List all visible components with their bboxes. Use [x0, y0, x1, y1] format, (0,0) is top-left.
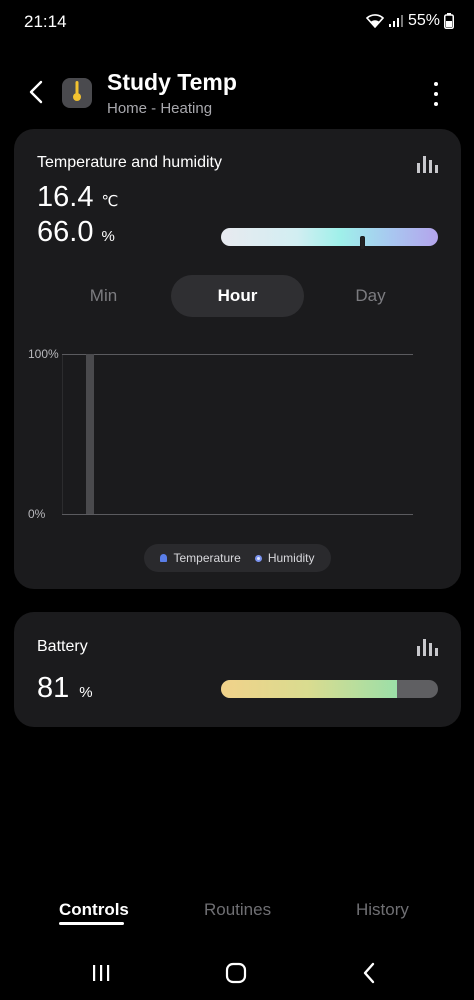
system-back-button[interactable] — [354, 962, 384, 988]
chart-y-axis — [62, 354, 63, 514]
page-title: Study Temp — [107, 69, 237, 95]
status-icons: 55% — [365, 12, 454, 30]
tab-min[interactable]: Min — [37, 275, 170, 317]
home-icon — [225, 962, 247, 989]
tab-history[interactable]: History — [356, 900, 409, 920]
system-back-icon — [362, 962, 376, 989]
temperature-humidity-card: Temperature and humidity 16.4 ℃ 66.0 % M… — [14, 129, 461, 589]
battery-card: Battery 81 % — [14, 612, 461, 727]
back-button[interactable] — [22, 78, 50, 110]
status-bar: 21:14 55% — [0, 0, 474, 44]
more-options-icon — [434, 82, 438, 86]
chart-icon — [417, 638, 438, 656]
temperature-reading: 16.4 ℃ — [37, 181, 118, 214]
system-navigation-bar — [0, 950, 474, 1000]
history-chart: 100% 0% — [14, 334, 461, 544]
legend-item-humidity[interactable]: Humidity — [254, 551, 315, 565]
chart-button[interactable] — [417, 153, 438, 173]
tab-controls[interactable]: Controls — [59, 900, 129, 920]
battery-icon — [444, 13, 454, 29]
signal-icon — [388, 14, 404, 28]
thermometer-icon — [70, 80, 84, 107]
y-tick-label-top: 100% — [28, 347, 59, 361]
humidity-legend-icon — [254, 554, 262, 562]
more-options-button[interactable] — [426, 82, 446, 106]
range-tabs: Min Hour Day — [37, 275, 437, 317]
tab-day[interactable]: Day — [304, 275, 437, 317]
battery-percent: 55% — [407, 12, 440, 29]
tab-hour[interactable]: Hour — [171, 275, 304, 317]
wifi-icon — [365, 14, 384, 28]
legend-label-humidity: Humidity — [267, 551, 315, 565]
y-tick-label-bottom: 0% — [28, 507, 46, 521]
back-icon — [29, 80, 43, 109]
humidity-unit: % — [101, 228, 115, 245]
home-button[interactable] — [221, 962, 251, 988]
battery-level-fill — [221, 680, 397, 698]
more-options-dot — [434, 102, 438, 106]
humidity-reading: 66.0 % — [37, 216, 115, 249]
chart-gridline-top — [62, 354, 413, 355]
recent-apps-icon — [91, 964, 111, 987]
chart-gridline-bottom — [62, 514, 413, 515]
active-tab-indicator — [59, 922, 124, 925]
recent-apps-button[interactable] — [86, 962, 116, 988]
chart-bar — [86, 354, 94, 514]
temperature-unit: ℃ — [101, 193, 119, 210]
battery-level-bar — [221, 680, 438, 698]
temperature-value: 16.4 — [37, 181, 94, 213]
legend-item-temperature[interactable]: Temperature — [160, 551, 241, 565]
humidity-value: 66.0 — [37, 216, 94, 248]
device-icon — [62, 78, 92, 108]
battery-unit: % — [79, 684, 93, 701]
more-options-dot — [434, 92, 438, 96]
card-title: Temperature and humidity — [37, 154, 222, 171]
battery-reading: 81 % — [37, 672, 93, 705]
bottom-tabs: Controls Routines History — [0, 890, 474, 934]
header: Study Temp Home - Heating — [0, 60, 474, 130]
status-time: 21:14 — [24, 12, 67, 31]
temperature-scale-bar — [221, 228, 438, 246]
thermometer-legend-icon — [160, 554, 168, 562]
battery-card-title: Battery — [37, 638, 88, 655]
chart-legend: Temperature Humidity — [144, 544, 331, 572]
battery-value: 81 — [37, 672, 70, 704]
tab-routines[interactable]: Routines — [204, 900, 271, 920]
page-subtitle: Home - Heating — [107, 100, 213, 117]
chart-icon — [417, 155, 438, 173]
legend-label-temperature: Temperature — [173, 551, 241, 565]
battery-chart-button[interactable] — [417, 636, 438, 656]
temperature-scale-marker — [359, 236, 365, 250]
